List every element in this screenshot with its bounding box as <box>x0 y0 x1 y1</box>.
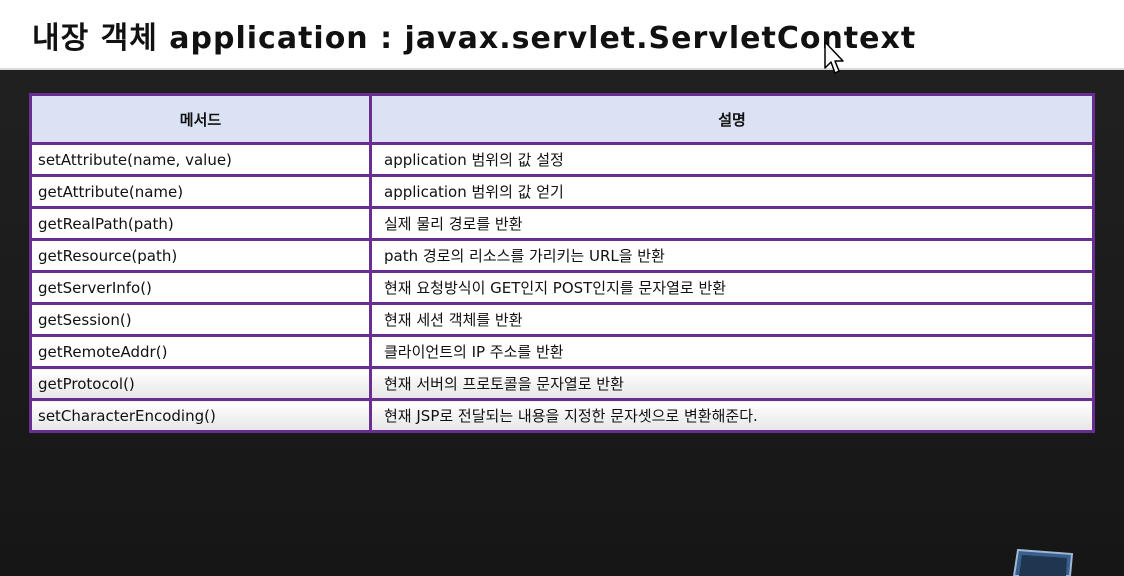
method-cell: getRemoteAddr() <box>29 334 372 369</box>
method-cell: getAttribute(name) <box>29 174 372 209</box>
description-cell: 클라이언트의 IP 주소를 반환 <box>369 334 1095 369</box>
table-row: getAttribute(name) application 범위의 값 얻기 <box>29 174 1095 209</box>
description-cell: 실제 물리 경로를 반환 <box>369 206 1095 241</box>
description-cell: 현재 요청방식이 GET인지 POST인지를 문자열로 반환 <box>369 270 1095 305</box>
method-cell: getProtocol() <box>29 366 372 401</box>
description-cell: application 범위의 값 설정 <box>369 142 1095 177</box>
description-cell: application 범위의 값 얻기 <box>369 174 1095 209</box>
method-cell: getRealPath(path) <box>29 206 372 241</box>
description-cell: 현재 JSP로 전달되는 내용을 지정한 문자셋으로 변환해준다. <box>369 398 1095 433</box>
method-cell: getSession() <box>29 302 372 337</box>
table-row: setCharacterEncoding() 현재 JSP로 전달되는 내용을 … <box>29 398 1095 433</box>
slide: 내장 객체 application : javax.servlet.Servle… <box>0 0 1124 576</box>
table-row: getProtocol() 현재 서버의 프로토콜을 문자열로 반환 <box>29 366 1095 401</box>
column-header-method: 메서드 <box>29 93 372 145</box>
method-cell: setAttribute(name, value) <box>29 142 372 177</box>
monitor-icon <box>1012 548 1074 576</box>
description-cell: 현재 서버의 프로토콜을 문자열로 반환 <box>369 366 1095 401</box>
description-cell: 현재 세션 객체를 반환 <box>369 302 1095 337</box>
table-row: getServerInfo() 현재 요청방식이 GET인지 POST인지를 문… <box>29 270 1095 305</box>
method-table: 메서드 설명 setAttribute(name, value) applica… <box>29 93 1095 433</box>
description-cell: path 경로의 리소스를 가리키는 URL을 반환 <box>369 238 1095 273</box>
column-header-description: 설명 <box>369 93 1095 145</box>
table-row: setAttribute(name, value) application 범위… <box>29 142 1095 177</box>
method-cell: getServerInfo() <box>29 270 372 305</box>
table-row: getResource(path) path 경로의 리소스를 가리키는 URL… <box>29 238 1095 273</box>
table-row: getSession() 현재 세션 객체를 반환 <box>29 302 1095 337</box>
method-cell: setCharacterEncoding() <box>29 398 372 433</box>
table-header-row: 메서드 설명 <box>29 93 1095 145</box>
table-row: getRealPath(path) 실제 물리 경로를 반환 <box>29 206 1095 241</box>
method-cell: getResource(path) <box>29 238 372 273</box>
method-table-container: 메서드 설명 setAttribute(name, value) applica… <box>29 93 1095 433</box>
slide-header: 내장 객체 application : javax.servlet.Servle… <box>0 0 1124 74</box>
table-row: getRemoteAddr() 클라이언트의 IP 주소를 반환 <box>29 334 1095 369</box>
page-title: 내장 객체 application : javax.servlet.Servle… <box>32 21 917 56</box>
mouse-pointer-icon <box>824 41 844 74</box>
